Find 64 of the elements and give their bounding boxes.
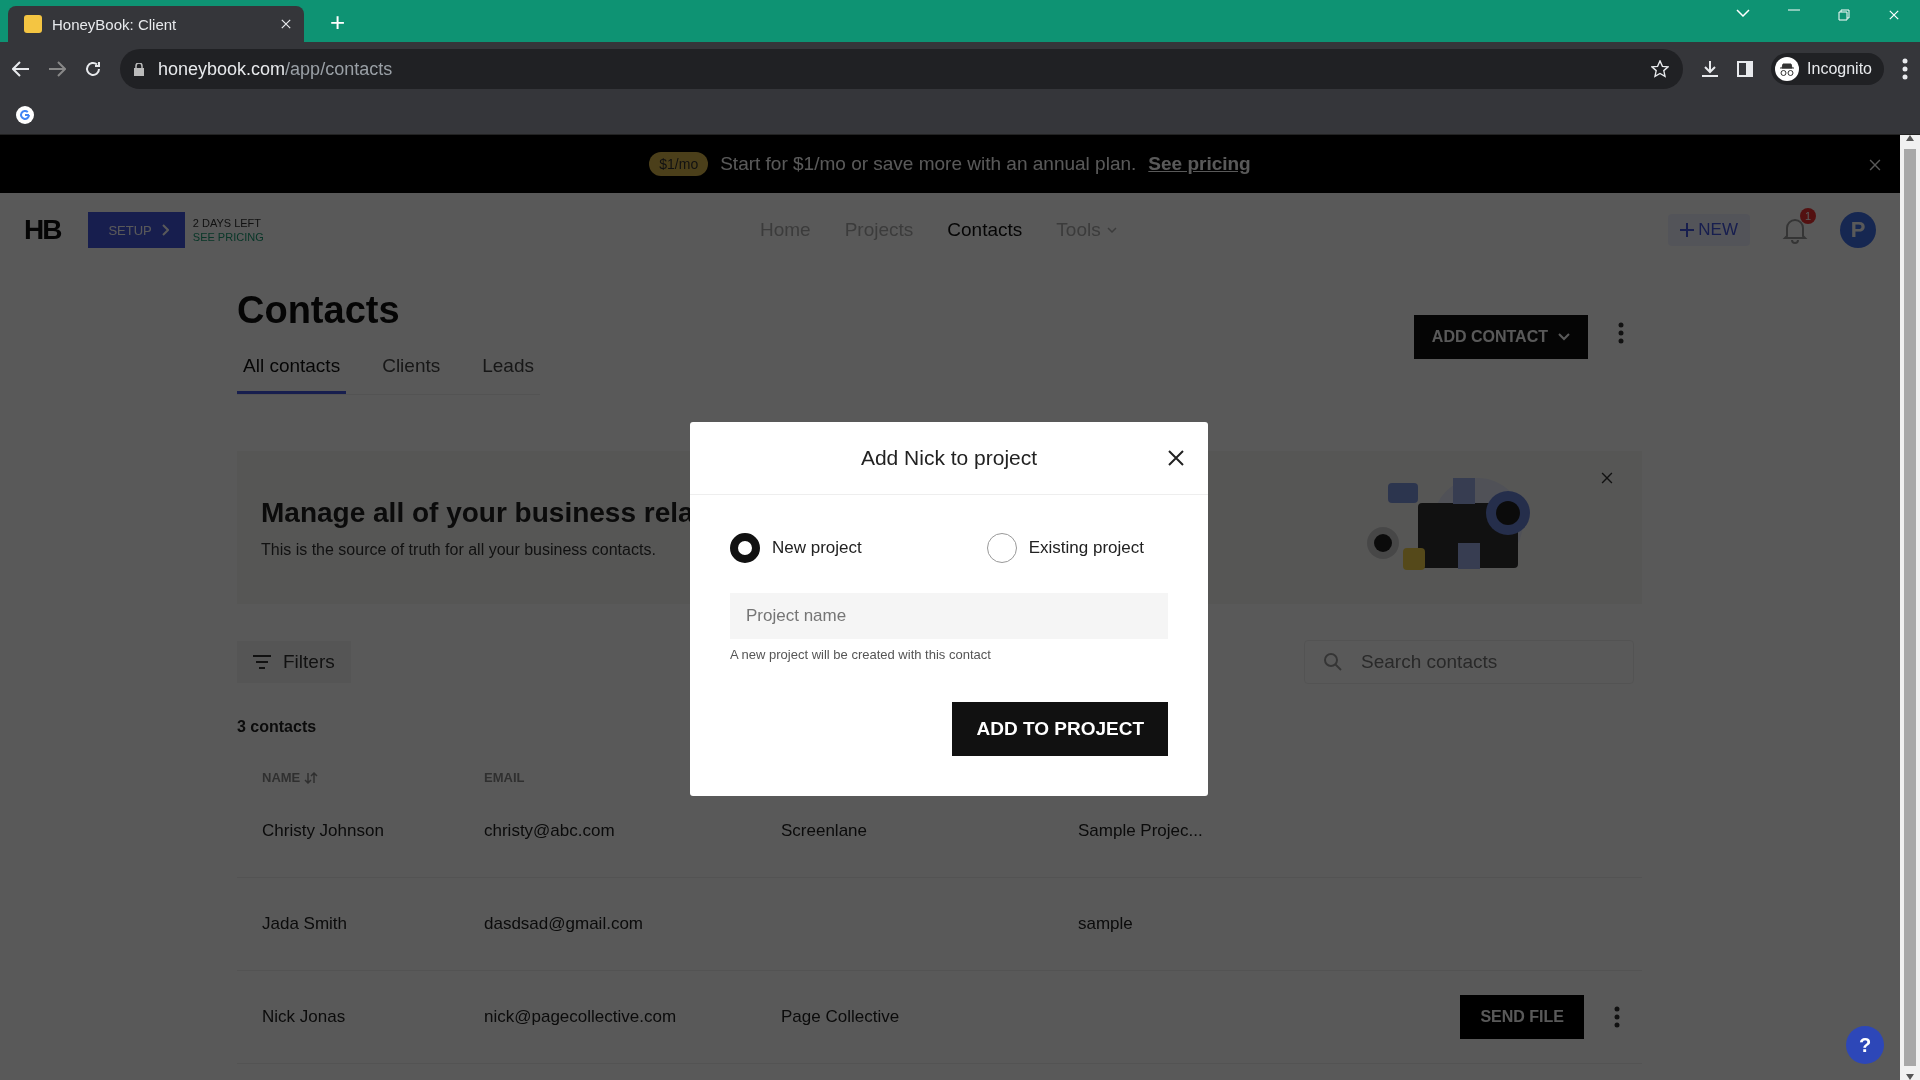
table-cell: Sample Projec... xyxy=(1078,821,1203,840)
table-cell: Christy Johnson xyxy=(262,821,384,840)
caret-icon xyxy=(1558,333,1570,341)
new-button[interactable]: NEW xyxy=(1668,214,1750,246)
favicon-icon xyxy=(24,15,42,33)
project-name-field[interactable]: Project name xyxy=(730,593,1168,639)
table-cell: sample xyxy=(1078,914,1133,933)
promo-text: Start for $1/mo or save more with an annual plan. xyxy=(720,153,1137,175)
back-arrow-icon[interactable] xyxy=(12,61,30,77)
radio-option[interactable]: New project xyxy=(730,533,862,563)
card-subtitle: This is the source of truth for all your business contacts. xyxy=(261,540,657,559)
reload-icon[interactable] xyxy=(84,60,102,78)
add-contact-button[interactable]: ADD CONTACT xyxy=(1413,315,1588,359)
avatar[interactable]: P xyxy=(1840,212,1876,248)
browser-tab[interactable]: HoneyBook: Client xyxy=(8,6,304,42)
filters-button[interactable]: Filters xyxy=(237,641,351,683)
incognito-profile-button[interactable]: Incognito xyxy=(1771,53,1884,85)
search-icon xyxy=(1324,653,1342,671)
see-pricing-link[interactable]: See pricing xyxy=(1148,153,1251,175)
address-bar[interactable]: honeybook.com/app/contacts xyxy=(120,49,1684,89)
side-panel-icon[interactable] xyxy=(1737,61,1754,77)
scroll-down-icon[interactable] xyxy=(1906,1074,1914,1080)
more-options-icon[interactable] xyxy=(1902,58,1908,80)
add-to-project-button[interactable]: ADD TO PROJECT xyxy=(952,702,1168,756)
forward-arrow-icon[interactable] xyxy=(48,61,66,77)
chevron-right-icon xyxy=(161,224,169,236)
sort-icon[interactable] xyxy=(304,771,319,784)
download-icon[interactable] xyxy=(1701,60,1720,78)
lock-icon xyxy=(134,62,144,76)
table-cell: Jada Smith xyxy=(262,914,348,933)
send-file-button[interactable]: SEND FILE xyxy=(1460,995,1584,1039)
new-tab-button[interactable]: + xyxy=(324,7,352,38)
scrollbar-thumb[interactable] xyxy=(1904,149,1916,1066)
table-cell: nick@pagecollective.com xyxy=(484,1007,677,1026)
table-cell: christy@abc.com xyxy=(484,821,615,840)
star-icon[interactable] xyxy=(1651,60,1670,78)
contacts-tab[interactable]: Leads xyxy=(476,354,540,394)
contacts-tab[interactable]: All contacts xyxy=(237,354,347,394)
radio-option[interactable]: Existing project xyxy=(986,533,1144,563)
contacts-tab[interactable]: Clients xyxy=(376,354,447,394)
incognito-icon xyxy=(1775,57,1800,81)
trial-days-text: 2 DAYS LEFT xyxy=(192,216,263,230)
page-title: Contacts xyxy=(237,289,401,332)
table-cell: Screenlane xyxy=(781,821,867,840)
plus-icon xyxy=(1680,223,1695,237)
contacts-count: 3 contacts xyxy=(237,718,317,736)
table-cell: dasdsad@gmail.com xyxy=(484,914,643,933)
url-text: honeybook.com/app/contacts xyxy=(158,58,393,80)
table-cell: Page Collective xyxy=(781,1007,900,1026)
see-pricing-link[interactable]: SEE PRICING xyxy=(192,230,264,244)
bell-icon[interactable] xyxy=(1782,216,1808,244)
close-icon[interactable] xyxy=(1166,448,1186,468)
price-pill: $1/mo xyxy=(649,152,709,176)
google-icon[interactable] xyxy=(16,106,34,124)
modal-title: Add Nick to project xyxy=(860,446,1038,470)
notification-badge: 1 xyxy=(1800,208,1816,224)
table-cell: Nick Jonas xyxy=(262,1007,346,1026)
filter-icon xyxy=(253,655,271,669)
field-hint: A new project will be created with this contact xyxy=(730,647,992,662)
chevron-down-icon[interactable] xyxy=(1736,9,1750,17)
restore-icon[interactable] xyxy=(1838,9,1850,21)
setup-button[interactable]: SETUP xyxy=(88,212,185,248)
nav-link[interactable]: Contacts xyxy=(947,219,1023,241)
logo[interactable]: HB xyxy=(24,214,61,246)
